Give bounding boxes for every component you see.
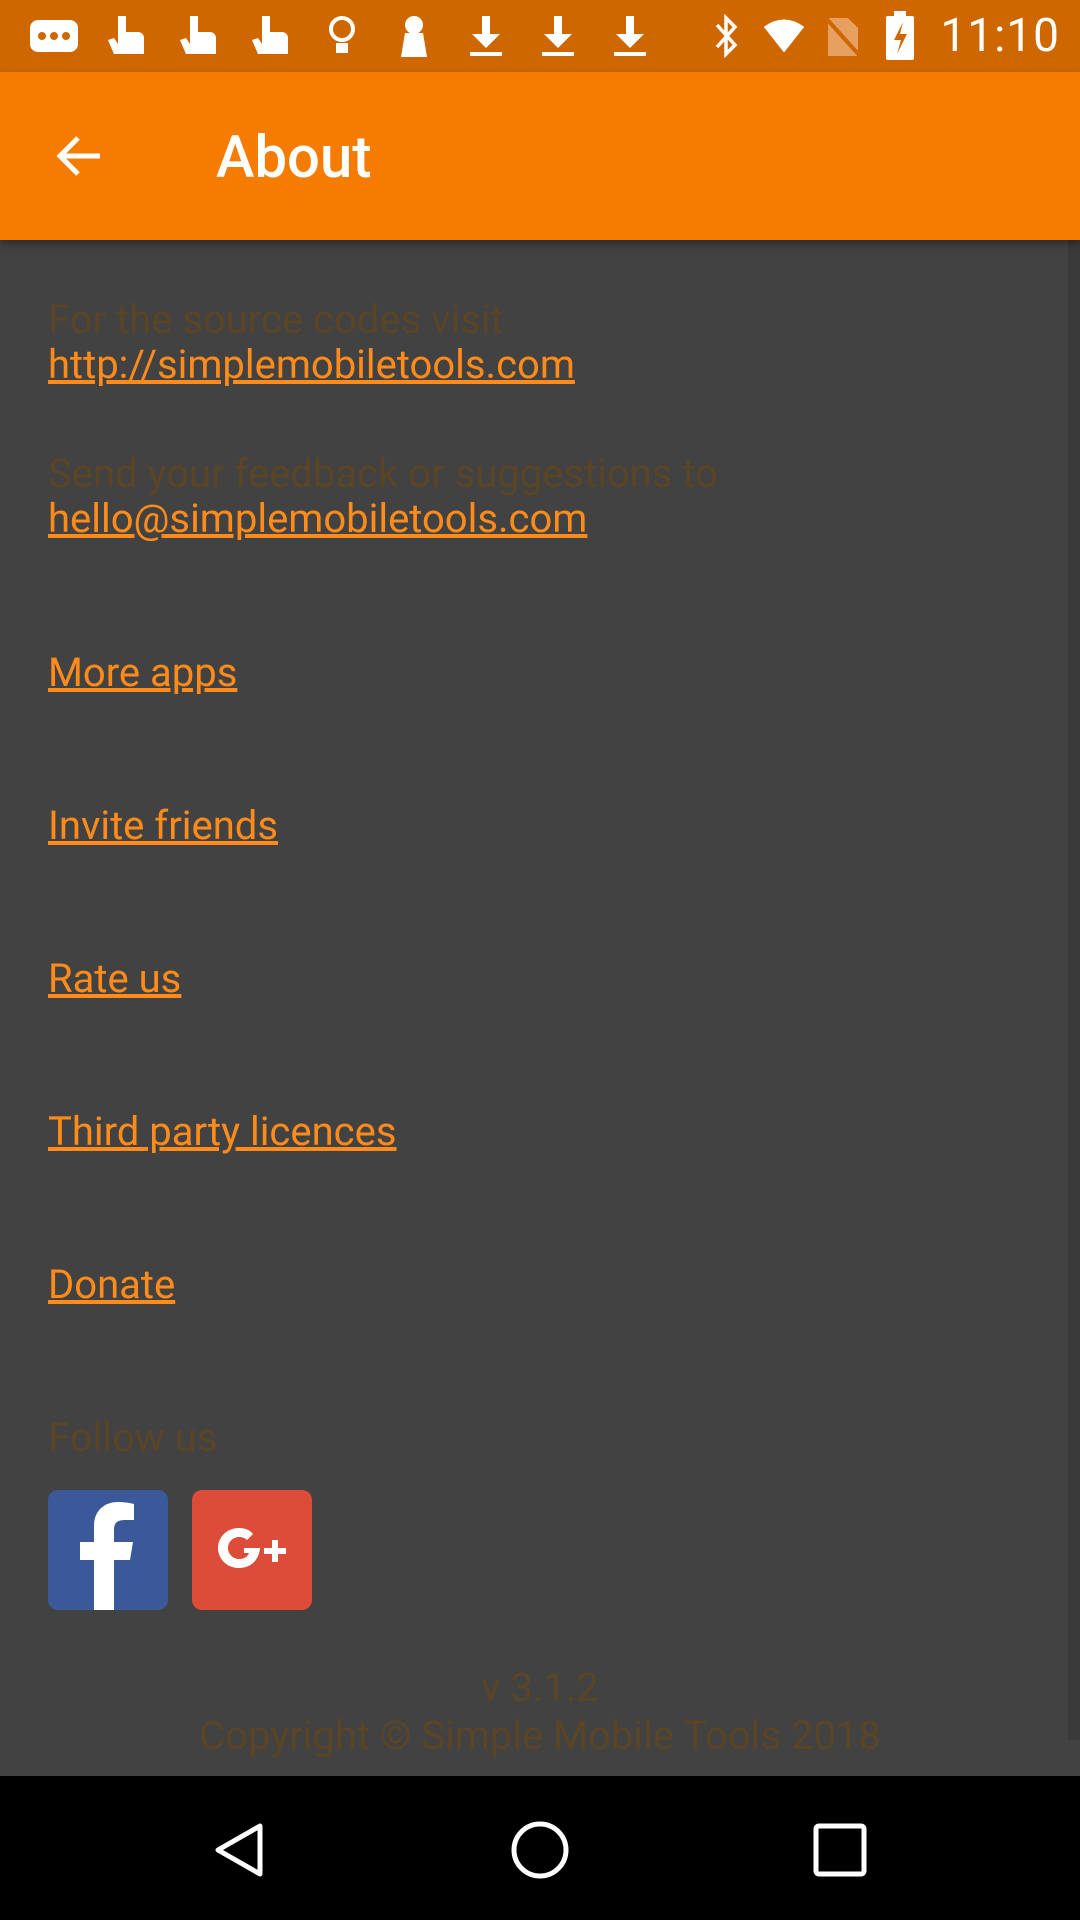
bluetooth-icon bbox=[704, 10, 748, 62]
touch-icon bbox=[172, 10, 224, 62]
source-link[interactable]: http://simplemobiletools.com bbox=[48, 340, 575, 390]
nav-home-button[interactable] bbox=[500, 1810, 580, 1890]
notification-icons bbox=[28, 10, 676, 62]
system-icons: 11:10 bbox=[704, 9, 1060, 63]
message-icon bbox=[28, 10, 80, 62]
back-button[interactable] bbox=[40, 116, 120, 196]
no-sim-icon bbox=[820, 10, 864, 62]
nav-back-button[interactable] bbox=[200, 1810, 280, 1890]
status-clock: 11:10 bbox=[940, 9, 1060, 63]
social-links bbox=[48, 1490, 336, 1610]
touch-icon bbox=[100, 10, 152, 62]
source-text: For the source codes visit bbox=[48, 296, 504, 343]
more-apps-link[interactable]: More apps bbox=[48, 648, 237, 698]
download-icon bbox=[604, 10, 656, 62]
lightbulb-icon bbox=[316, 10, 368, 62]
square-recents-icon bbox=[813, 1823, 867, 1877]
status-bar: 11:10 bbox=[0, 0, 1080, 72]
copyright-text: Copyright © Simple Mobile Tools 2018 bbox=[199, 1712, 881, 1759]
donate-link[interactable]: Donate bbox=[48, 1260, 175, 1310]
navigation-bar bbox=[0, 1776, 1080, 1920]
battery-charging-icon bbox=[878, 10, 922, 62]
google-plus-button[interactable] bbox=[192, 1490, 312, 1610]
follow-us-label: Follow us bbox=[48, 1414, 218, 1461]
keyhole-icon bbox=[388, 10, 440, 62]
google-plus-icon bbox=[218, 1528, 286, 1568]
third-party-licences-link[interactable]: Third party licences bbox=[48, 1107, 396, 1157]
circle-home-icon bbox=[511, 1821, 569, 1879]
invite-friends-link[interactable]: Invite friends bbox=[48, 801, 278, 851]
download-icon bbox=[532, 10, 584, 62]
wifi-icon bbox=[762, 10, 806, 62]
touch-icon bbox=[244, 10, 296, 62]
app-bar: About bbox=[0, 72, 1080, 240]
version-text: v 3.1.2 bbox=[481, 1664, 599, 1711]
nav-recents-button[interactable] bbox=[800, 1810, 880, 1890]
rate-us-link[interactable]: Rate us bbox=[48, 954, 181, 1004]
page-title: About bbox=[216, 124, 372, 192]
facebook-button[interactable] bbox=[48, 1490, 168, 1610]
feedback-email-link[interactable]: hello@simplemobiletools.com bbox=[48, 494, 587, 544]
triangle-back-icon bbox=[215, 1823, 263, 1877]
facebook-icon bbox=[80, 1502, 134, 1610]
scrollbar[interactable] bbox=[1068, 240, 1080, 1740]
arrow-left-icon bbox=[56, 136, 100, 176]
download-icon bbox=[460, 10, 512, 62]
feedback-text: Send your feedback or suggestions to bbox=[48, 450, 718, 497]
